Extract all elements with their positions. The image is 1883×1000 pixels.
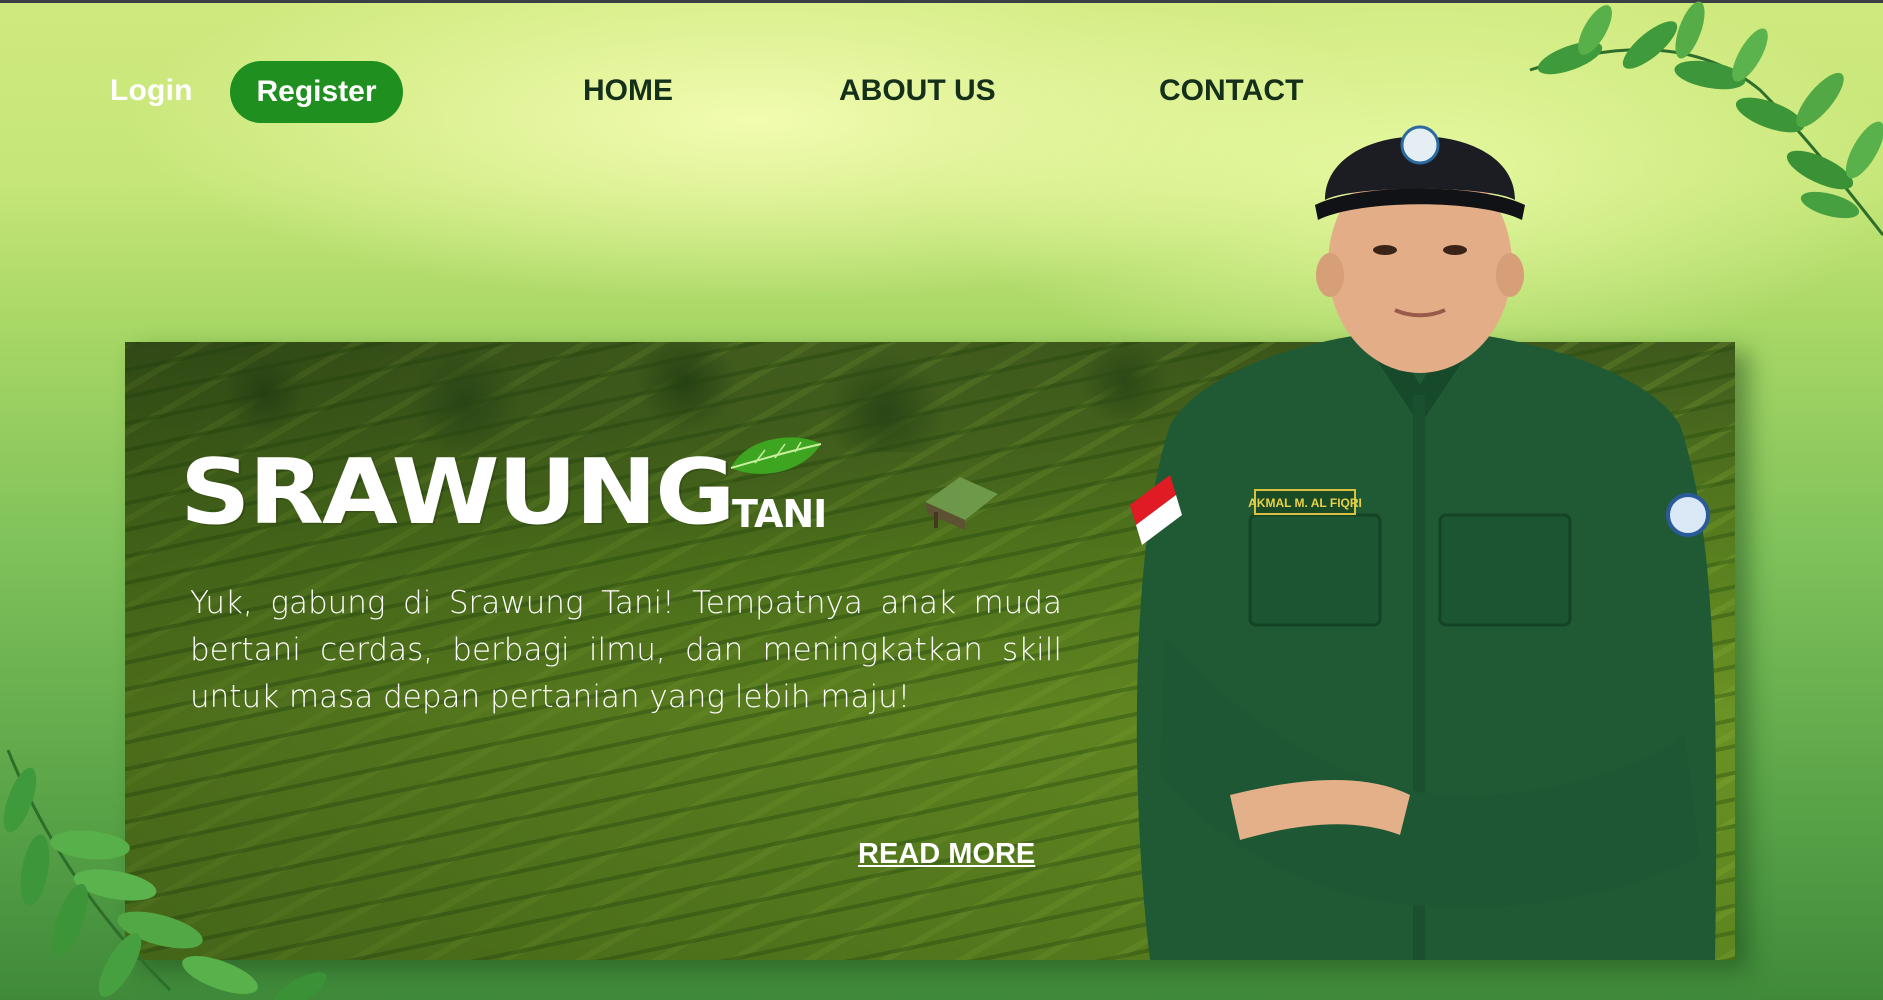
read-more-link[interactable]: READ MORE [858, 838, 1035, 871]
logo-text-main: SRAWUNG [180, 440, 736, 545]
decorative-leaves-bottom-left [3, 749, 327, 1000]
sleeve-emblem-icon [1666, 493, 1710, 537]
srawung-tani-logo: SRAWUNG TANI [180, 430, 840, 550]
logo-text-sub: TANI [732, 492, 827, 536]
register-button[interactable]: Register [230, 61, 403, 123]
nav-home-link[interactable]: HOME [583, 74, 673, 108]
decorative-leaves-top-right [1529, 1, 1883, 236]
nav-about-link[interactable]: ABOUT US [839, 74, 996, 108]
leaf-icon [730, 437, 822, 474]
name-tag: AKMAL M. AL FIQRI [1248, 496, 1362, 510]
hero-description: Yuk, gabung di Srawung Tani! Tempatnya a… [190, 585, 1062, 715]
emblem-icon [1400, 125, 1440, 165]
login-link[interactable]: Login [110, 74, 193, 108]
